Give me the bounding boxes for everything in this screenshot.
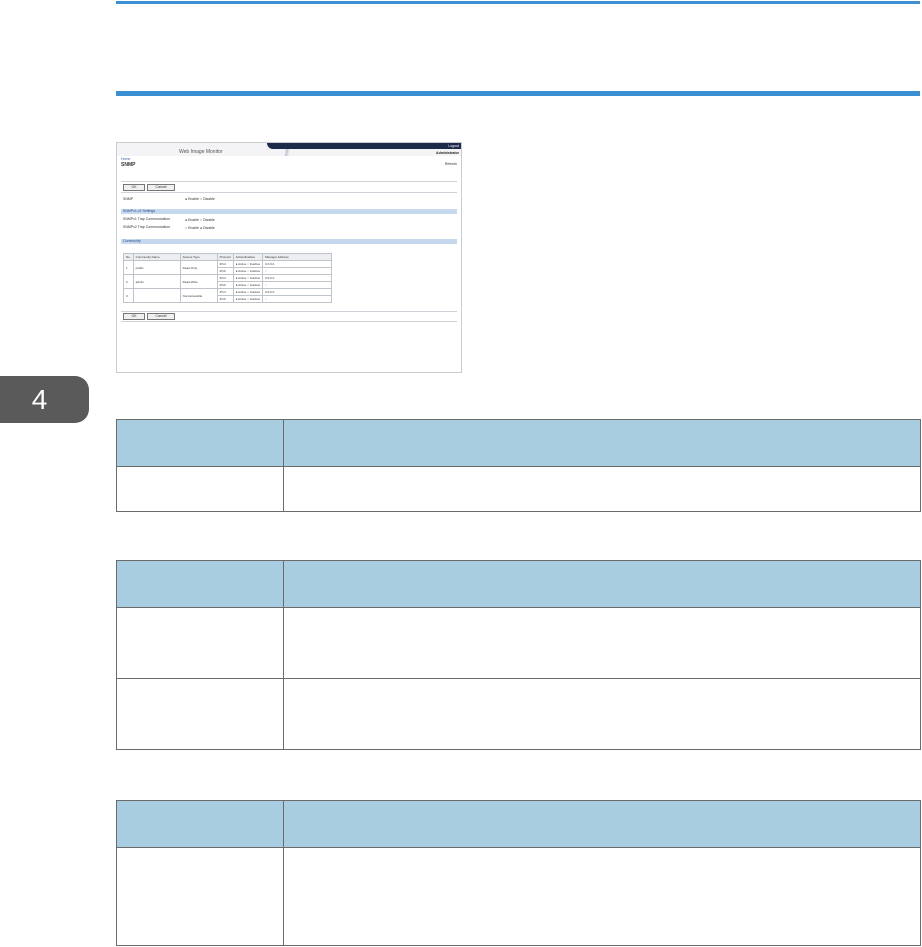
active-radio[interactable]: ● Active ○ Inactive (232, 288, 264, 296)
access-type-select[interactable]: Read-Only (179, 260, 218, 275)
refresh-button[interactable]: Refresh (445, 162, 457, 166)
v1-trap-label: SNMPv1 Trap Communication (123, 217, 171, 221)
table-cell (283, 607, 921, 679)
ok-button-bottom[interactable]: OK (123, 313, 145, 320)
v1-trap-radio[interactable]: ● Enable ○ Disable (185, 218, 215, 222)
divider (121, 321, 457, 322)
manager-address-field[interactable]: :: (262, 267, 333, 275)
chapter-number: 4 (31, 383, 48, 415)
table-cell (283, 678, 921, 750)
manager-address-field[interactable]: 0.0.0.0 (262, 260, 333, 268)
table-cell (283, 466, 921, 512)
cancel-button-bottom[interactable]: Cancel (147, 313, 175, 320)
col-active: Active/Inactive (232, 253, 264, 261)
community-name-field[interactable]: admin (132, 274, 181, 289)
access-type-select[interactable]: Not Accessible (179, 288, 218, 303)
col-no: No. (123, 253, 134, 261)
col-manager-address: Manager Address (262, 253, 333, 261)
table-cell (116, 607, 284, 679)
logout-link[interactable]: Logout (448, 144, 459, 148)
row-no: 1 (123, 260, 134, 275)
access-type-select[interactable]: Read-Write (179, 274, 218, 289)
snmp-screenshot: Web Image Monitor Logout Administrator H… (116, 142, 462, 373)
table-header-cell (116, 419, 284, 467)
top-rule (116, 1, 920, 4)
active-radio[interactable]: ● Active ○ Inactive (232, 281, 264, 289)
snmp-enable-radio[interactable]: ● Enable ○ Disable (185, 197, 215, 201)
divider (121, 311, 457, 312)
table-header-cell (116, 800, 284, 848)
col-access-type: Access Type (179, 253, 218, 261)
admin-label: Administrator (436, 151, 459, 155)
table-cell (116, 847, 284, 946)
description-table-3 (116, 800, 921, 946)
col-community-name: Community Name (132, 253, 181, 261)
protocol-cell: IPv6 (216, 295, 234, 303)
snmp-label: SNMP (123, 197, 134, 201)
protocol-cell: IPv6 (216, 281, 234, 289)
active-radio[interactable]: ● Active ○ Inactive (232, 274, 264, 282)
manager-address-field[interactable]: 0.0.0.0 (262, 288, 333, 296)
header-dark-band (267, 143, 461, 149)
divider (121, 181, 457, 182)
community-table: No. Community Name Access Type Protocol … (123, 253, 333, 303)
page-title: SNMP (121, 162, 136, 168)
app-title: Web Image Monitor (179, 149, 223, 155)
community-name-field[interactable]: public (132, 260, 181, 275)
divider (121, 192, 457, 193)
v2-trap-radio[interactable]: ○ Enable ● Disable (185, 226, 215, 230)
manager-address-field[interactable]: 0.0.0.0 (262, 274, 333, 282)
row-no: 3 (123, 288, 134, 303)
row-no: 2 (123, 274, 134, 289)
table-cell (116, 678, 284, 750)
protocol-cell: IPv4 (216, 274, 234, 282)
community-name-field[interactable] (132, 288, 181, 303)
section-v1v2: SNMPv1,v2 Settings (121, 209, 457, 214)
active-radio[interactable]: ● Active ○ Inactive (232, 260, 264, 268)
table-header-cell (283, 560, 921, 608)
section-community: Community (121, 239, 457, 244)
description-table-2 (116, 560, 921, 750)
protocol-cell: IPv4 (216, 288, 234, 296)
table-header-cell (116, 560, 284, 608)
table-cell (283, 847, 921, 946)
chapter-tab: 4 (0, 376, 89, 423)
protocol-cell: IPv6 (216, 267, 234, 275)
cancel-button-top[interactable]: Cancel (147, 184, 175, 191)
col-protocol: Protocol (216, 253, 234, 261)
active-radio[interactable]: ● Active ○ Inactive (232, 267, 264, 275)
table-header-cell (283, 419, 921, 467)
protocol-cell: IPv4 (216, 260, 234, 268)
v2-trap-label: SNMPv2 Trap Communication (123, 225, 171, 229)
table-header-cell (283, 800, 921, 848)
description-table-1 (116, 419, 921, 512)
home-link[interactable]: Home (121, 157, 130, 161)
ok-button-top[interactable]: OK (123, 184, 145, 191)
table-cell (116, 466, 284, 512)
manager-address-field[interactable]: :: (262, 281, 333, 289)
manager-address-field[interactable]: :: (262, 295, 333, 303)
section-rule (116, 91, 920, 96)
active-radio[interactable]: ● Active ○ Inactive (232, 295, 264, 303)
